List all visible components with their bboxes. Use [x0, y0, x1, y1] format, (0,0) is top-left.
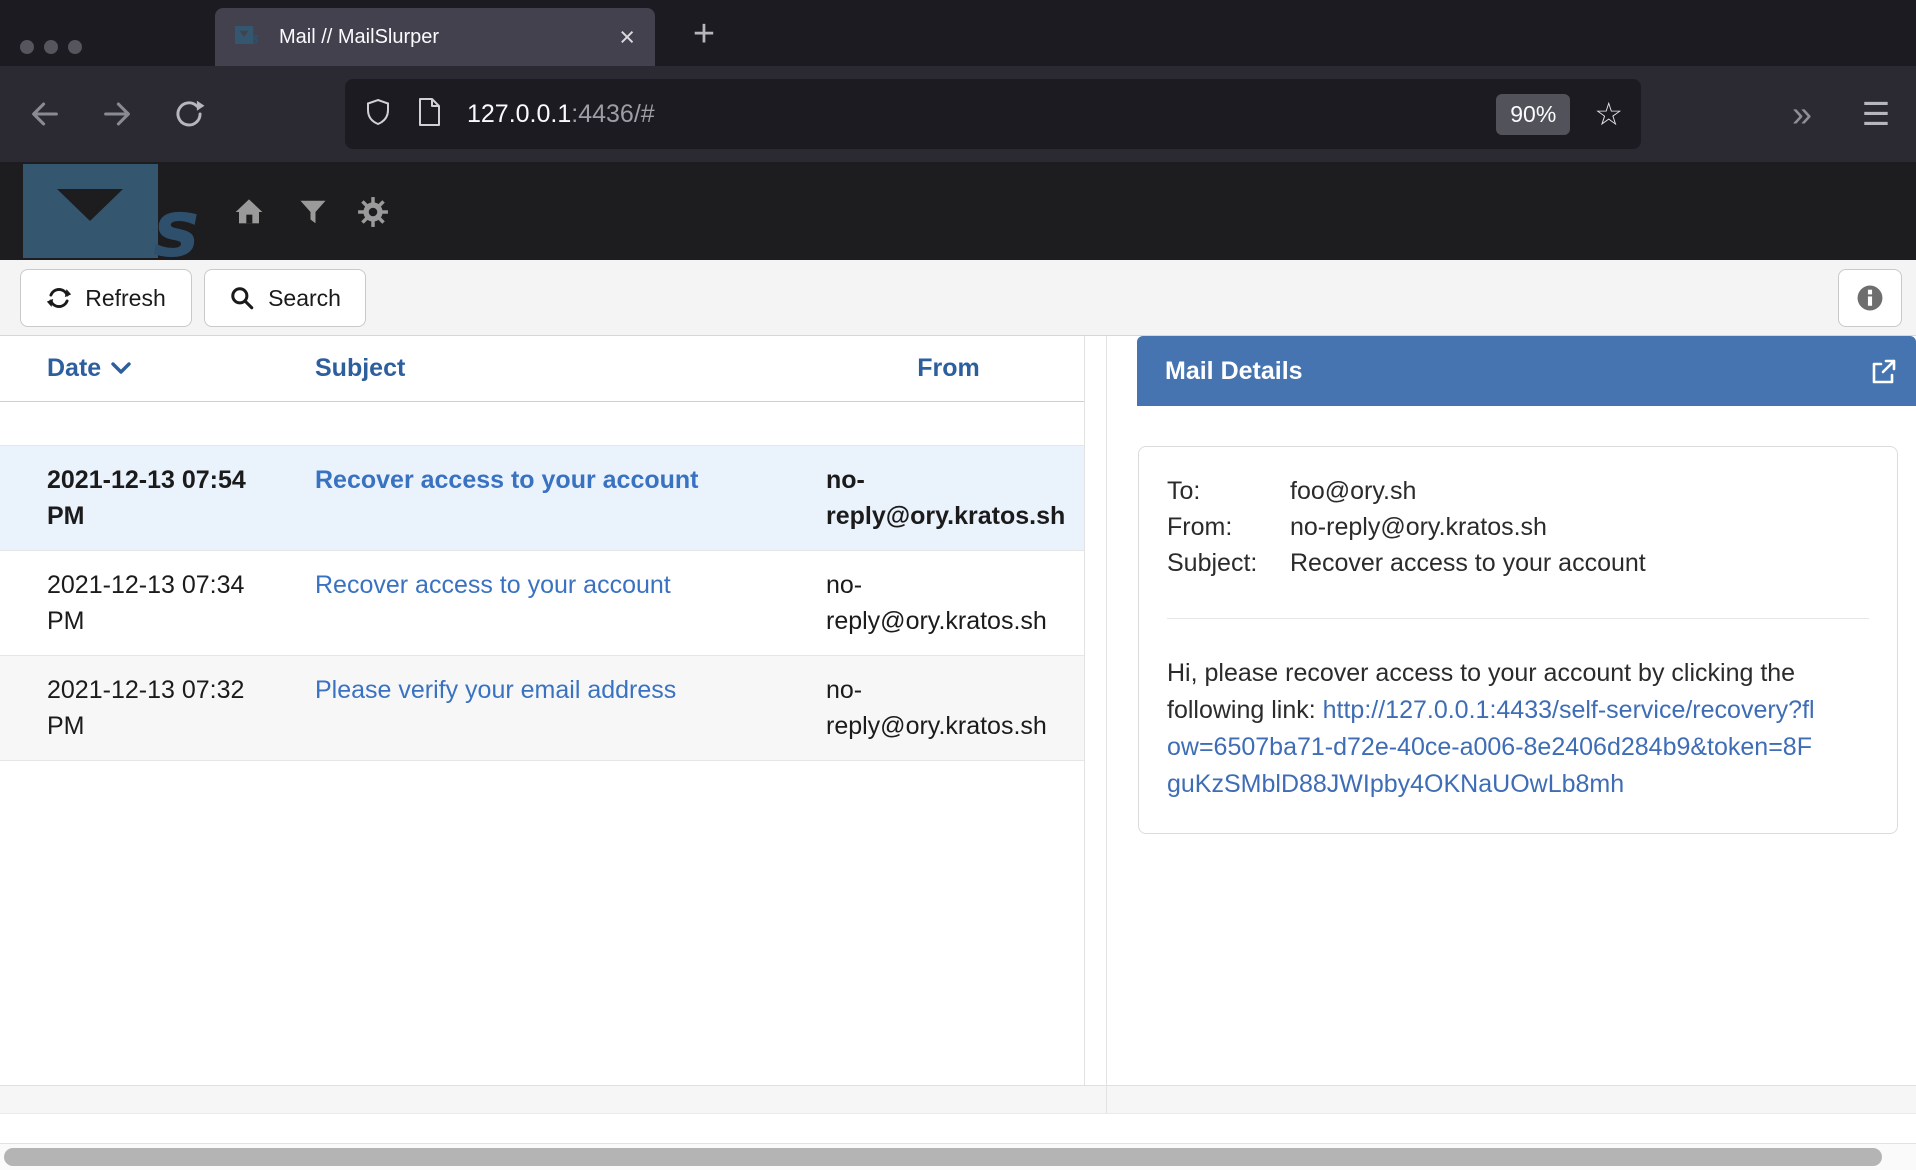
url-host: 127.0.0.1	[467, 100, 571, 128]
browser-nav-toolbar: 127.0.0.1:4436/# 90% ☆ » ☰	[0, 66, 1916, 162]
page-info-icon[interactable]	[415, 97, 443, 132]
reload-icon[interactable]	[158, 66, 220, 162]
subject-value: Recover access to your account	[1290, 545, 1646, 581]
search-button[interactable]: Search	[204, 269, 366, 327]
refresh-icon	[46, 285, 72, 311]
screen: s Mail // MailSlurper × +	[0, 0, 1916, 1170]
mail-details-header: Mail Details	[1137, 336, 1916, 406]
window-minimize-dot[interactable]	[44, 40, 58, 54]
zoom-level-badge[interactable]: 90%	[1496, 94, 1570, 135]
mail-details-title: Mail Details	[1165, 357, 1303, 386]
main-content: Date Subject From 2021-12-13 07:54 PM Re…	[0, 336, 1916, 1086]
app-toolbar: Refresh Search	[0, 260, 1916, 336]
new-tab-button[interactable]: +	[678, 10, 730, 58]
url-bar[interactable]: 127.0.0.1:4436/# 90% ☆	[345, 79, 1641, 149]
info-button[interactable]	[1838, 269, 1902, 327]
info-icon	[1856, 284, 1884, 312]
back-icon[interactable]	[14, 66, 76, 162]
mail-from: no-reply@ory.kratos.sh	[820, 462, 1084, 534]
logo-s-letter: s	[153, 185, 199, 258]
filter-icon[interactable]	[296, 195, 330, 229]
browser-tab[interactable]: s Mail // MailSlurper ×	[215, 8, 655, 66]
mail-date: 2021-12-13 07:32 PM	[0, 672, 282, 744]
browser-tab-bar: s Mail // MailSlurper × +	[0, 0, 1916, 66]
mail-subject-link[interactable]: Please verify your email address	[315, 676, 676, 704]
mail-subject-link[interactable]: Recover access to your account	[315, 571, 671, 599]
url-path: :4436/#	[571, 100, 654, 128]
mail-body: Hi, please recover access to your accoun…	[1167, 655, 1822, 803]
from-value: no-reply@ory.kratos.sh	[1290, 509, 1547, 545]
mailslurper-logo[interactable]: s	[23, 164, 230, 263]
footer-band	[0, 1113, 1916, 1143]
tab-title: Mail // MailSlurper	[279, 26, 619, 49]
home-icon[interactable]	[232, 195, 266, 229]
url-text[interactable]: 127.0.0.1:4436/#	[467, 100, 655, 129]
subject-label: Subject:	[1167, 545, 1290, 581]
column-header-date[interactable]: Date	[0, 354, 282, 383]
mailslurper-navbar: s	[0, 162, 1916, 260]
external-link-icon[interactable]	[1868, 356, 1898, 391]
tab-favicon-mailslurper-icon: s	[235, 26, 263, 49]
mail-from: no-reply@ory.kratos.sh	[820, 567, 1084, 639]
mail-details-card: To: foo@ory.sh From: no-reply@ory.kratos…	[1138, 446, 1898, 834]
mail-details-panel: Mail Details To: foo@ory.sh From: no-re	[1137, 336, 1916, 1085]
below-panels-strip	[0, 1086, 1916, 1113]
card-divider	[1167, 618, 1869, 619]
window-maximize-dot[interactable]	[68, 40, 82, 54]
mail-date: 2021-12-13 07:54 PM	[0, 462, 282, 534]
forward-icon[interactable]	[86, 66, 148, 162]
search-icon	[229, 285, 255, 311]
mail-list-header: Date Subject From	[0, 336, 1084, 402]
column-header-from[interactable]: From	[820, 354, 1084, 383]
mail-row[interactable]: 2021-12-13 07:34 PM Recover access to yo…	[0, 550, 1084, 655]
sort-chevron-down-icon	[111, 362, 131, 375]
mail-rows: 2021-12-13 07:54 PM Recover access to yo…	[0, 445, 1084, 761]
refresh-label: Refresh	[85, 285, 166, 312]
to-label: To:	[1167, 473, 1290, 509]
mail-row-selected[interactable]: 2021-12-13 07:54 PM Recover access to yo…	[0, 445, 1084, 550]
mail-list-panel: Date Subject From 2021-12-13 07:54 PM Re…	[0, 336, 1085, 1085]
hamburger-menu-icon[interactable]: ☰	[1844, 66, 1908, 162]
date-column-label: Date	[47, 354, 101, 383]
tab-close-icon[interactable]: ×	[619, 24, 635, 51]
refresh-button[interactable]: Refresh	[20, 269, 192, 327]
horizontal-scrollbar[interactable]	[0, 1143, 1916, 1170]
search-label: Search	[268, 285, 341, 312]
window-controls[interactable]	[20, 40, 82, 54]
mail-from: no-reply@ory.kratos.sh	[820, 672, 1084, 744]
settings-gear-icon[interactable]	[356, 195, 390, 229]
mail-date: 2021-12-13 07:34 PM	[0, 567, 282, 639]
overflow-chevrons-icon[interactable]: »	[1770, 66, 1834, 162]
bookmark-star-icon[interactable]: ☆	[1594, 98, 1623, 130]
mail-subject-link[interactable]: Recover access to your account	[315, 466, 699, 494]
mail-row[interactable]: 2021-12-13 07:32 PM Please verify your e…	[0, 655, 1084, 761]
to-value: foo@ory.sh	[1290, 473, 1416, 509]
svg-text:s: s	[253, 30, 260, 43]
shield-icon[interactable]	[363, 97, 393, 132]
from-label: From:	[1167, 509, 1290, 545]
panel-divider	[1106, 336, 1107, 1113]
scrollbar-thumb[interactable]	[4, 1148, 1882, 1166]
window-close-dot[interactable]	[20, 40, 34, 54]
column-header-subject[interactable]: Subject	[282, 354, 820, 383]
